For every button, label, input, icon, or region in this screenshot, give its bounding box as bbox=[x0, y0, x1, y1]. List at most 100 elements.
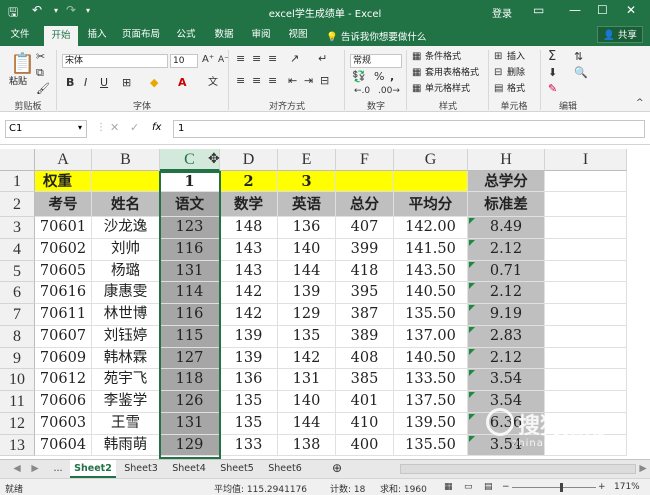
zoom-out-icon[interactable]: − bbox=[502, 482, 510, 492]
row-header[interactable]: 4 bbox=[0, 238, 35, 261]
find-select-icon[interactable]: 🔍 bbox=[574, 66, 588, 80]
tab-review[interactable]: 审阅 bbox=[245, 23, 277, 46]
format-button[interactable]: 格式 bbox=[507, 83, 525, 95]
cell-d13[interactable]: 133 bbox=[220, 434, 278, 457]
error-indicator-icon[interactable] bbox=[469, 435, 475, 442]
close-icon[interactable]: ✕ bbox=[626, 3, 636, 17]
cell-b12[interactable]: 王雪 bbox=[92, 412, 160, 435]
column-header-i[interactable]: I bbox=[545, 149, 627, 171]
cell-b1[interactable] bbox=[92, 171, 160, 192]
cell-i8[interactable] bbox=[545, 325, 627, 348]
cell-d10[interactable]: 136 bbox=[220, 369, 278, 391]
cell-d12[interactable]: 135 bbox=[220, 412, 278, 435]
cell-d3[interactable]: 148 bbox=[220, 217, 278, 239]
align-bottom-icon[interactable]: ≡ bbox=[268, 52, 277, 66]
cell-g11[interactable]: 137.50 bbox=[394, 391, 468, 413]
column-header-b[interactable]: B bbox=[92, 149, 160, 171]
clear-icon[interactable]: ✎ bbox=[548, 82, 557, 96]
cell-a7[interactable]: 70611 bbox=[35, 304, 92, 326]
align-left-icon[interactable]: ≡ bbox=[236, 74, 245, 88]
cell-g9[interactable]: 140.50 bbox=[394, 347, 468, 370]
minimize-icon[interactable]: — bbox=[569, 3, 581, 17]
column-header-g[interactable]: G bbox=[394, 149, 468, 171]
orientation-icon[interactable]: ↗ bbox=[290, 52, 299, 66]
paste-label[interactable]: 粘贴 bbox=[9, 76, 27, 88]
cell-d2[interactable]: 数学 bbox=[220, 192, 278, 217]
cell-e13[interactable]: 138 bbox=[278, 434, 336, 457]
error-indicator-icon[interactable] bbox=[469, 370, 475, 377]
scroll-right-icon[interactable]: ▶ bbox=[638, 460, 648, 478]
cut-icon[interactable]: ✂ bbox=[36, 50, 45, 64]
enter-icon[interactable]: ✓ bbox=[130, 121, 139, 134]
cell-e5[interactable]: 144 bbox=[278, 260, 336, 283]
delete-cells-icon[interactable]: ⊟ bbox=[494, 66, 502, 80]
row-header[interactable]: 13 bbox=[0, 434, 35, 457]
cell-f9[interactable]: 408 bbox=[336, 347, 394, 370]
error-indicator-icon[interactable] bbox=[469, 413, 475, 420]
cell-h8[interactable]: 2.83 bbox=[468, 325, 545, 348]
cell-d4[interactable]: 143 bbox=[220, 238, 278, 261]
cell-f8[interactable]: 389 bbox=[336, 325, 394, 348]
cell-e6[interactable]: 139 bbox=[278, 282, 336, 304]
table-format-icon[interactable]: ▦ bbox=[412, 66, 421, 80]
cell-i6[interactable] bbox=[545, 282, 627, 304]
increase-indent-icon[interactable]: ⇥ bbox=[304, 74, 313, 88]
sheet-tab-sheet2[interactable]: Sheet2 bbox=[70, 460, 116, 478]
cell-b13[interactable]: 韩雨萌 bbox=[92, 434, 160, 457]
insert-button[interactable]: 插入 bbox=[507, 51, 525, 63]
cell-h3[interactable]: 8.49 bbox=[468, 217, 545, 239]
cell-b6[interactable]: 康惠雯 bbox=[92, 282, 160, 304]
tab-view[interactable]: 视图 bbox=[282, 23, 314, 46]
comma-icon[interactable]: , bbox=[390, 70, 394, 84]
cell-d7[interactable]: 142 bbox=[220, 304, 278, 326]
cell-a2[interactable]: 考号 bbox=[35, 192, 92, 217]
cell-e8[interactable]: 135 bbox=[278, 325, 336, 348]
cell-i1[interactable] bbox=[545, 171, 627, 192]
row-header[interactable]: 12 bbox=[0, 412, 35, 435]
align-center-icon[interactable]: ≡ bbox=[252, 74, 261, 88]
cell-a4[interactable]: 70602 bbox=[35, 238, 92, 261]
tab-home[interactable]: 开始 bbox=[44, 26, 78, 46]
cell-b7[interactable]: 林世博 bbox=[92, 304, 160, 326]
error-indicator-icon[interactable] bbox=[469, 348, 475, 355]
cell-g13[interactable]: 135.50 bbox=[394, 434, 468, 457]
font-size-select[interactable]: 10 bbox=[170, 54, 198, 68]
increase-font-icon[interactable]: A⁺ bbox=[202, 53, 214, 67]
tab-formulas[interactable]: 公式 bbox=[170, 23, 202, 46]
formula-input[interactable]: 1 bbox=[173, 120, 645, 138]
cell-b10[interactable]: 苑宇飞 bbox=[92, 369, 160, 391]
cell-g6[interactable]: 140.50 bbox=[394, 282, 468, 304]
row-header[interactable]: 5 bbox=[0, 260, 35, 283]
sort-filter-icon[interactable]: ⇅ bbox=[574, 50, 583, 64]
format-cells-icon[interactable]: ▤ bbox=[494, 82, 503, 96]
cell-e9[interactable]: 142 bbox=[278, 347, 336, 370]
cell-e10[interactable]: 131 bbox=[278, 369, 336, 391]
error-indicator-icon[interactable] bbox=[469, 239, 475, 246]
cell-g12[interactable]: 139.50 bbox=[394, 412, 468, 435]
cell-h6[interactable]: 2.12 bbox=[468, 282, 545, 304]
font-color-icon[interactable]: A bbox=[178, 76, 187, 90]
conditional-format-button[interactable]: 条件格式 bbox=[425, 51, 461, 63]
paste-icon[interactable]: 📋 bbox=[10, 52, 35, 74]
more-sheets-left[interactable]: ... bbox=[50, 460, 66, 478]
cell-b9[interactable]: 韩林霖 bbox=[92, 347, 160, 370]
cell-f12[interactable]: 410 bbox=[336, 412, 394, 435]
tab-insert[interactable]: 插入 bbox=[82, 23, 112, 46]
cell-style-button[interactable]: 单元格样式 bbox=[425, 83, 470, 95]
tell-me-box[interactable]: 💡 告诉我你想要做什么 bbox=[326, 29, 426, 43]
prev-sheet-icon[interactable]: ◀ bbox=[12, 460, 22, 478]
share-button[interactable]: 👤 共享 bbox=[597, 26, 643, 43]
options-icon[interactable]: ⋮ bbox=[96, 122, 106, 133]
percent-icon[interactable]: % bbox=[374, 70, 384, 84]
cell-i3[interactable] bbox=[545, 217, 627, 239]
select-all-corner[interactable] bbox=[0, 149, 35, 171]
login-link[interactable]: 登录 bbox=[492, 5, 512, 20]
tab-data[interactable]: 数据 bbox=[208, 23, 240, 46]
cell-i7[interactable] bbox=[545, 304, 627, 326]
conditional-format-icon[interactable]: ▦ bbox=[412, 50, 421, 64]
merge-center-icon[interactable]: ⊟ bbox=[320, 74, 329, 88]
cell-e2[interactable]: 英语 bbox=[278, 192, 336, 217]
spreadsheet-grid[interactable]: ABCDEFGHI 1 权重 1 2 3 总学分 2 考号 姓名 语文 数学 英语 总分 平均分 标准差 3 7… bbox=[0, 145, 650, 459]
column-header-a[interactable]: A bbox=[35, 149, 92, 171]
error-indicator-icon[interactable] bbox=[469, 261, 475, 268]
